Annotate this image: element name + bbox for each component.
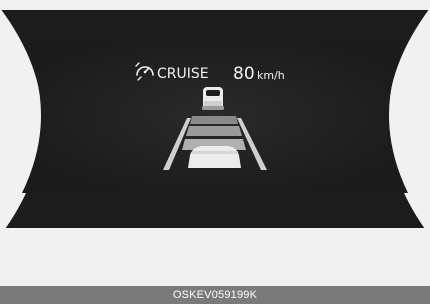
manual-illustration: CRUISE 80 km/h OSKEV059199K	[0, 0, 430, 304]
distance-bar-2	[186, 126, 242, 136]
set-speed-value: 80	[233, 64, 255, 84]
image-code-label: OSKEV059199K	[172, 289, 258, 301]
lead-vehicle-icon	[202, 87, 224, 110]
top-border	[0, 0, 430, 10]
own-vehicle-icon	[188, 146, 241, 168]
image-code-bar: OSKEV059199K	[0, 286, 430, 304]
cluster-display: CRUISE 80 km/h	[0, 0, 430, 238]
cruise-label: CRUISE	[157, 66, 209, 82]
distance-bar-1	[190, 116, 238, 124]
own-vehicle-window	[192, 151, 238, 154]
set-speed-unit: km/h	[257, 69, 285, 82]
bottom-border	[0, 228, 430, 238]
cluster-screen	[22, 38, 408, 193]
instrument-cluster: CRUISE 80 km/h	[0, 0, 430, 238]
